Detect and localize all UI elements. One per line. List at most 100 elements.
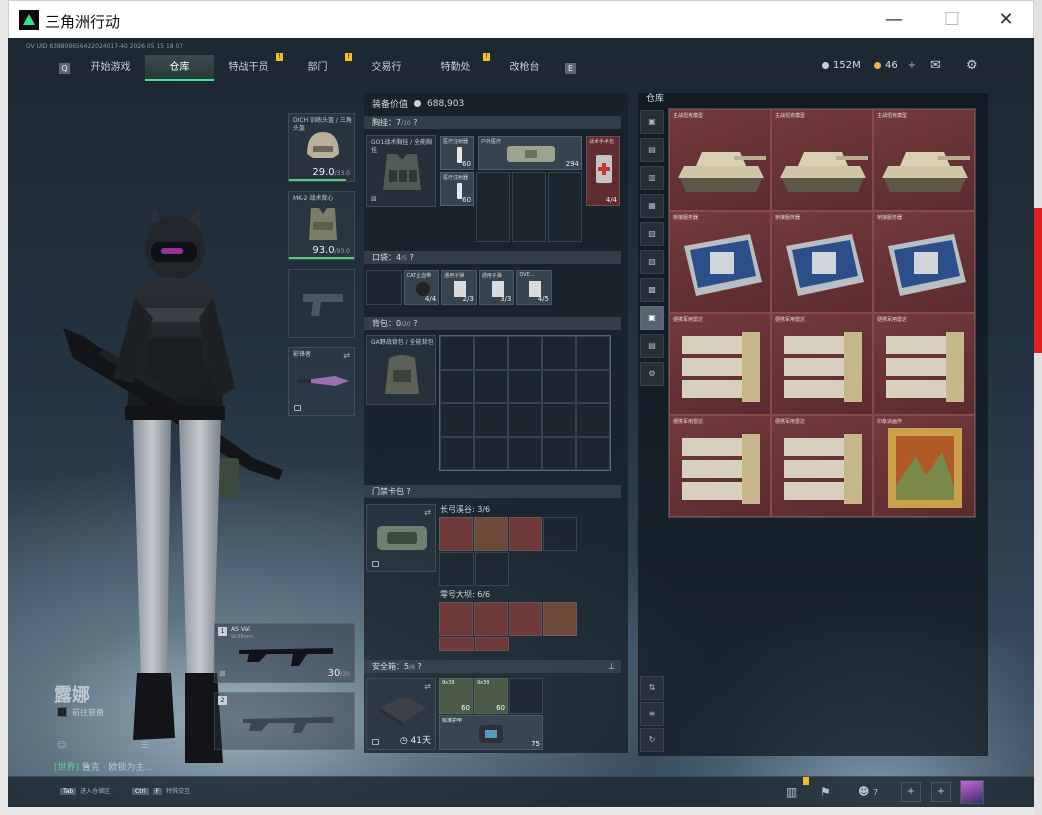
- chest-item[interactable]: 户外医疗 294: [478, 136, 582, 170]
- grid-cell[interactable]: [543, 517, 577, 551]
- grid-cell[interactable]: [508, 336, 542, 370]
- secondary-weapon-slot[interactable]: 2: [214, 692, 355, 750]
- add-coins-button[interactable]: +: [908, 60, 916, 71]
- add-party-slot[interactable]: +: [931, 782, 951, 802]
- safebox-slot[interactable]: ⇄ ◷ 41天: [366, 678, 436, 750]
- key-card[interactable]: [508, 517, 543, 551]
- minimize-button[interactable]: —: [871, 1, 917, 39]
- key-card[interactable]: [439, 637, 474, 651]
- warehouse-item-server[interactable]: 桥接服务器: [873, 211, 975, 313]
- category-all-icon[interactable]: ▣: [640, 110, 664, 134]
- attachments-icon[interactable]: ⊠: [219, 669, 226, 678]
- warehouse-item-radar[interactable]: 便携军用雷达: [771, 313, 873, 415]
- tab-operators[interactable]: 特战干员!: [214, 53, 283, 81]
- tab-warehouse[interactable]: 仓库: [145, 55, 214, 81]
- grid-cell[interactable]: [512, 172, 546, 242]
- grid-cell[interactable]: [474, 403, 508, 437]
- key-card[interactable]: [439, 602, 473, 636]
- flag-icon[interactable]: ⚑: [820, 785, 831, 799]
- safebox-item[interactable]: 标准护甲 75: [439, 714, 543, 750]
- category-weapons-icon[interactable]: ▤: [640, 138, 664, 162]
- pin-icon[interactable]: ⊥: [608, 660, 615, 673]
- tab-gunsmith[interactable]: 改枪台: [490, 55, 559, 81]
- tab-trading[interactable]: 交易行: [352, 55, 421, 81]
- tab-department[interactable]: 部门!: [283, 53, 352, 81]
- chat-emote-icon[interactable]: ☺: [57, 741, 66, 751]
- grid-cell[interactable]: [509, 678, 543, 714]
- armor-slot[interactable]: MK-2 战术背心 93.0/93.0: [288, 191, 355, 260]
- grid-cell[interactable]: [508, 403, 542, 437]
- add-party-slot[interactable]: +: [901, 782, 921, 802]
- help-icon[interactable]: ?: [409, 253, 413, 262]
- grid-cell[interactable]: [508, 436, 542, 470]
- warehouse-item-server[interactable]: 桥接服务器: [669, 211, 771, 313]
- grid-cell[interactable]: [542, 436, 576, 470]
- nav-next-key[interactable]: E: [565, 62, 576, 74]
- helmet-slot[interactable]: DICH 训练头盔 / 三角头盔 29.0/33.0: [288, 113, 355, 182]
- nav-prev-key[interactable]: Q: [59, 62, 70, 74]
- grid-cell[interactable]: [474, 552, 509, 586]
- safebox-item[interactable]: 9x39 60: [474, 678, 508, 714]
- sort-icon[interactable]: ⇅: [640, 676, 664, 700]
- key-card[interactable]: [473, 517, 508, 551]
- grid-cell[interactable]: [439, 552, 474, 586]
- warehouse-item-radar[interactable]: 便携军用雷达: [669, 415, 771, 517]
- chest-rig-slot[interactable]: GO1战术胸挂 / 全能胸挂 ⊠: [366, 135, 436, 207]
- grid-cell[interactable]: [474, 369, 508, 403]
- grid-cell[interactable]: [474, 436, 508, 470]
- avatar[interactable]: [960, 780, 984, 804]
- status-checkbox[interactable]: [57, 707, 67, 717]
- warehouse-item-painting[interactable]: 印象派画作: [873, 415, 975, 517]
- swap-icon[interactable]: ⇄: [424, 682, 431, 691]
- tab-start-game[interactable]: 开始游戏: [76, 55, 145, 81]
- attachments-icon[interactable]: ⊠: [371, 195, 377, 203]
- coin-display[interactable]: 46 +: [874, 60, 916, 71]
- key-card[interactable]: [508, 602, 543, 636]
- grid-cell[interactable]: [474, 336, 508, 370]
- key-card[interactable]: [439, 517, 473, 551]
- close-button[interactable]: ✕: [983, 1, 1029, 39]
- chest-item[interactable]: 医疗注射器 60: [440, 136, 474, 170]
- safebox-item[interactable]: 9x39 60: [439, 678, 473, 714]
- pocket-item[interactable]: 通用子弹 2/3: [441, 270, 477, 305]
- pocket-item[interactable]: 通用子弹 3/3: [478, 270, 515, 305]
- category-collectibles-icon[interactable]: ▣: [640, 306, 664, 330]
- tab-special-ops[interactable]: 特勤处!: [421, 53, 490, 81]
- swap-icon[interactable]: ⇄: [424, 508, 431, 517]
- chest-item[interactable]: 战术手术包 4/4: [586, 136, 620, 206]
- grid-cell[interactable]: [476, 172, 510, 242]
- recycle-icon[interactable]: ↻: [640, 728, 664, 752]
- chat-list-icon[interactable]: ☰: [141, 741, 149, 751]
- world-chat[interactable]: [世界] 鲁克 · 欧锁为主...: [54, 760, 153, 773]
- category-keys-icon[interactable]: ▨: [640, 250, 664, 274]
- keycard-case-slot[interactable]: ⇄: [366, 504, 436, 572]
- stats-chart-icon[interactable]: ▥: [786, 785, 797, 799]
- warehouse-item-tank[interactable]: 主战坦克模型: [771, 109, 873, 211]
- category-ammo-icon[interactable]: ▦: [640, 194, 664, 218]
- grid-cell[interactable]: [542, 336, 576, 370]
- settings-gear-icon[interactable]: ⚙: [966, 58, 978, 73]
- grid-cell[interactable]: [440, 403, 474, 437]
- grid-cell[interactable]: [440, 336, 474, 370]
- chest-item[interactable]: 医疗注射器 60: [440, 172, 474, 206]
- pocket-item[interactable]: CAT止血带 4/4: [403, 270, 440, 305]
- layers-icon[interactable]: ≡: [640, 702, 664, 726]
- warehouse-item-radar[interactable]: 便携军用雷达: [669, 313, 771, 415]
- grid-cell[interactable]: [542, 403, 576, 437]
- category-other-icon[interactable]: ▤: [640, 334, 664, 358]
- help-icon[interactable]: ?: [407, 487, 411, 496]
- warehouse-item-radar[interactable]: 便携军用雷达: [771, 415, 873, 517]
- key-card[interactable]: [543, 602, 577, 636]
- grid-cell[interactable]: [548, 172, 582, 242]
- melee-slot[interactable]: 影锋者 ⇄: [288, 347, 355, 416]
- money-display[interactable]: 152M: [822, 60, 861, 71]
- pistol-slot[interactable]: [288, 269, 355, 338]
- category-medical-icon[interactable]: ▧: [640, 222, 664, 246]
- help-icon[interactable]: ?: [413, 319, 417, 328]
- friends-icon[interactable]: ☻ 7: [858, 785, 878, 798]
- category-misc-icon[interactable]: ▩: [640, 278, 664, 302]
- key-card[interactable]: [473, 602, 508, 636]
- grid-cell[interactable]: [508, 369, 542, 403]
- ctrl-hint-button[interactable]: Ctrl F 特殊交互: [132, 786, 190, 795]
- primary-weapon-slot[interactable]: 1 AS Val 9x39mm 30/30 ⊠: [214, 623, 355, 683]
